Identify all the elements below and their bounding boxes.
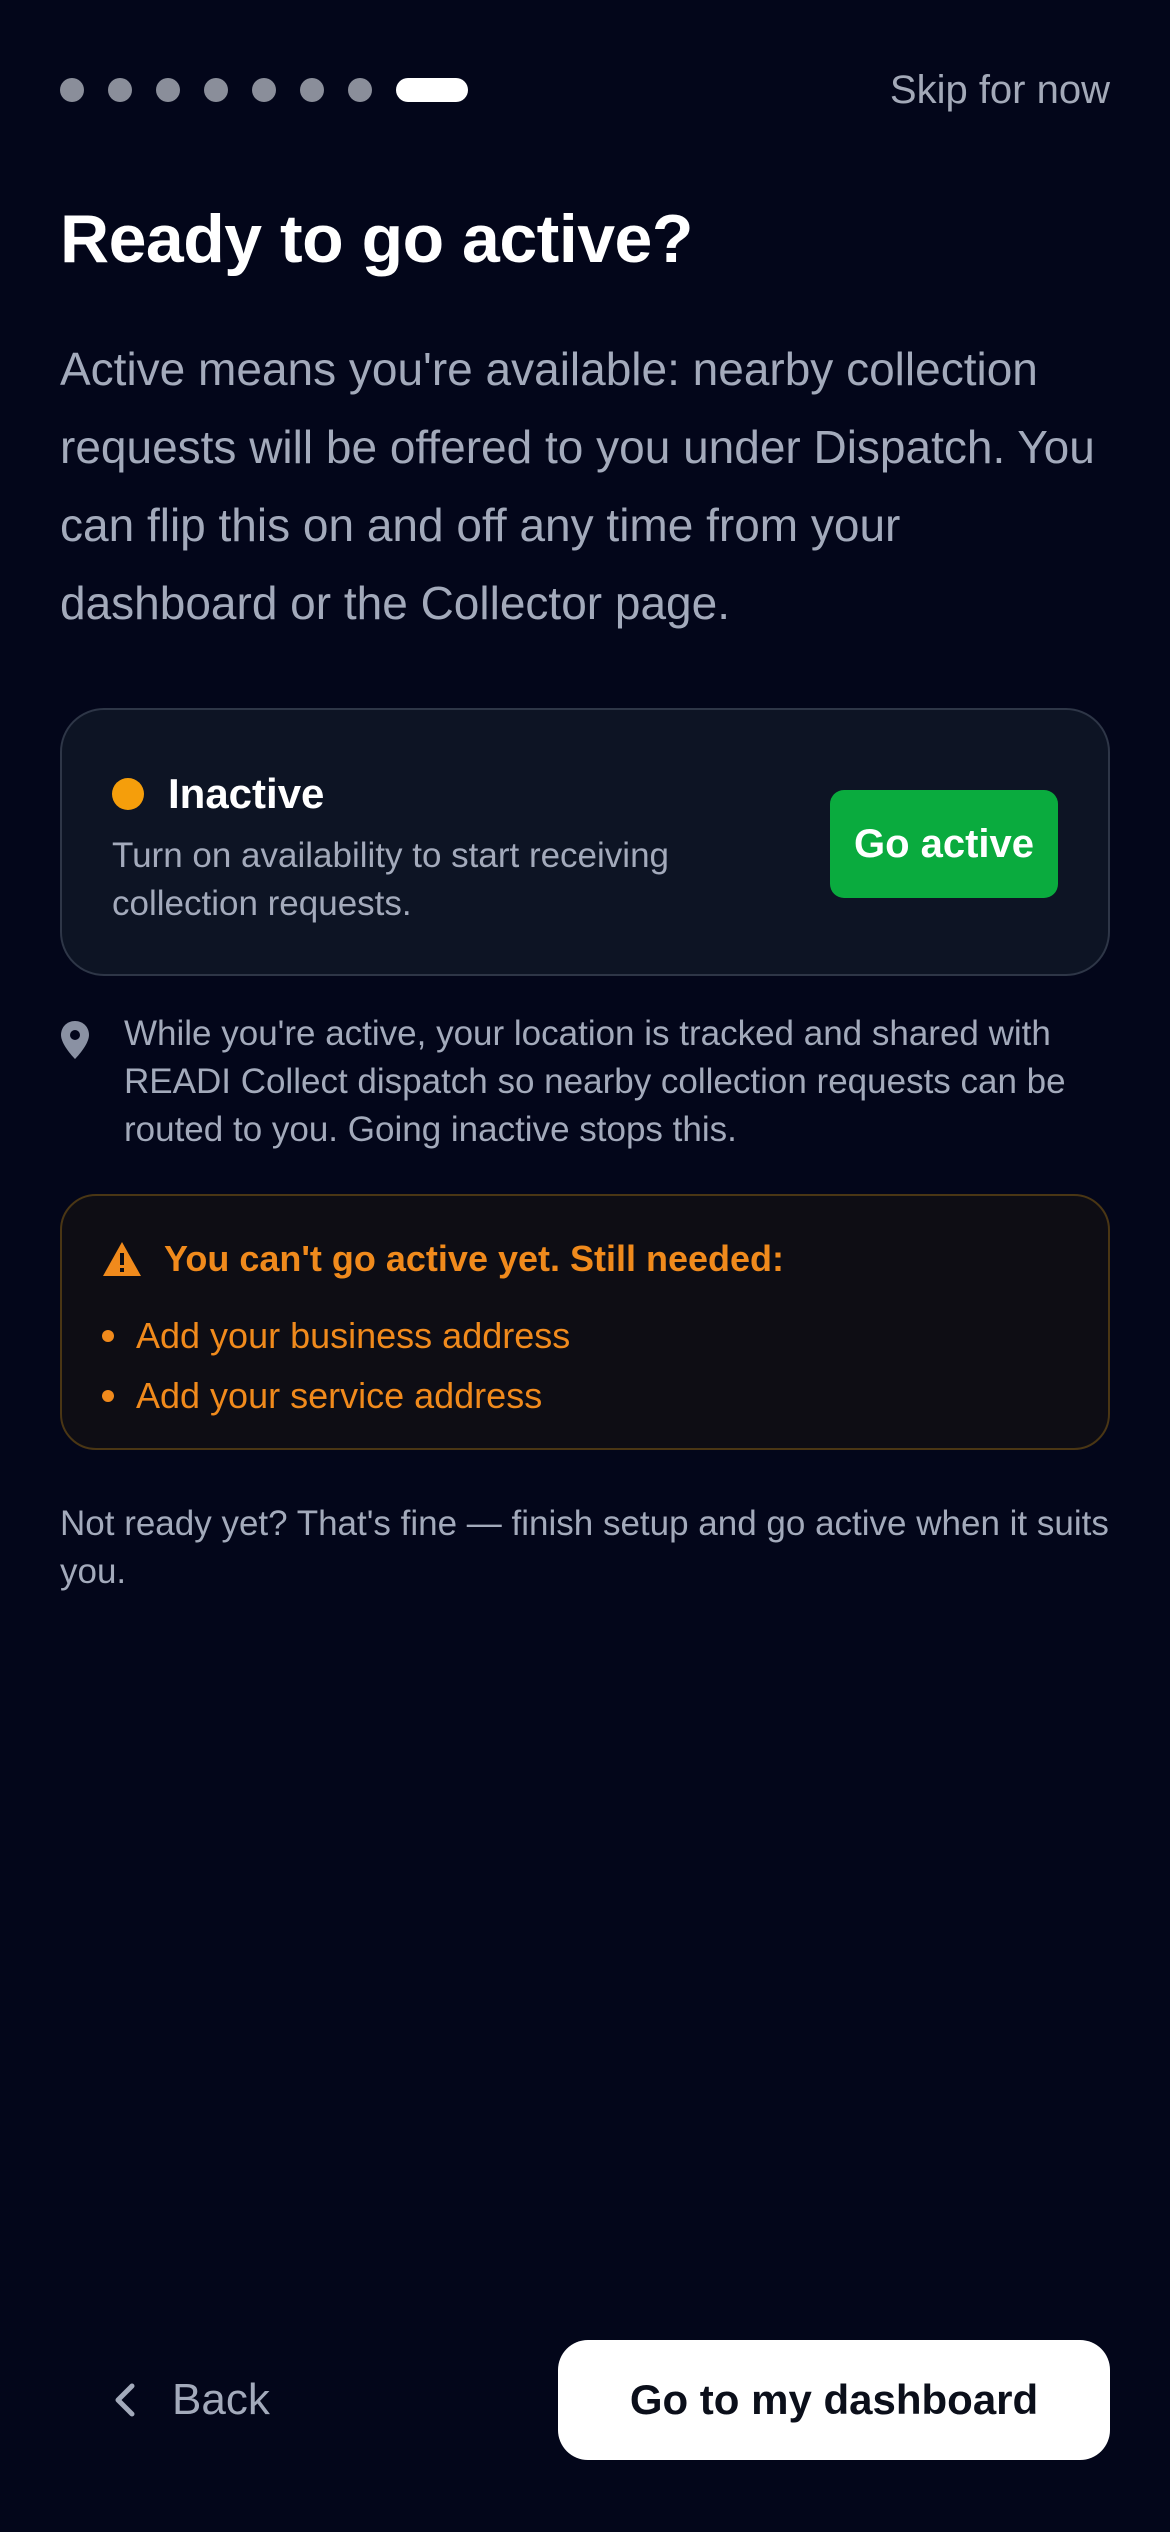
progress-step-8-current: [396, 78, 468, 102]
top-bar: Skip for now: [60, 60, 1110, 120]
intro-text: Active means you're available: nearby co…: [60, 343, 1095, 629]
page-title: Ready to go active?: [60, 201, 693, 277]
requirement-item: Add your business address: [102, 1306, 570, 1366]
progress-step-1: [60, 78, 84, 102]
progress-indicator: [60, 78, 468, 102]
back-label: Back: [172, 2375, 270, 2424]
requirements-list: Add your business address Add your servi…: [102, 1306, 570, 1426]
go-active-button[interactable]: Go active: [830, 790, 1058, 898]
warning-title: You can't go active yet. Still needed:: [164, 1238, 785, 1279]
bullet: [102, 1390, 114, 1402]
status-label: Inactive: [168, 770, 325, 817]
status-description: Turn on availability to start receiving …: [112, 836, 670, 923]
progress-step-4: [204, 78, 228, 102]
skip-button[interactable]: Skip for now: [890, 68, 1110, 113]
progress-step-7: [348, 78, 372, 102]
chevron-left-icon: [110, 2380, 138, 2420]
progress-step-6: [300, 78, 324, 102]
warning-triangle-icon: [102, 1241, 142, 1277]
status-indicator-dot: [112, 778, 144, 810]
location-note-text: While you're active, your location is tr…: [124, 1014, 1066, 1149]
map-pin-icon: [60, 1010, 102, 1154]
bullet: [102, 1330, 114, 1342]
location-note: While you're active, your location is tr…: [60, 1010, 1120, 1154]
back-button[interactable]: Back: [110, 2340, 270, 2460]
progress-step-2: [108, 78, 132, 102]
availability-status-card: Inactive Turn on availability to start r…: [60, 708, 1110, 976]
footer-note: Not ready yet? That's fine — finish setu…: [60, 1504, 1109, 1591]
requirement-text: Add your business address: [136, 1315, 571, 1356]
progress-step-5: [252, 78, 276, 102]
requirement-text: Add your service address: [136, 1375, 543, 1416]
progress-step-3: [156, 78, 180, 102]
requirements-warning: You can't go active yet. Still needed: A…: [60, 1194, 1110, 1450]
requirement-item: Add your service address: [102, 1366, 570, 1426]
go-to-dashboard-button[interactable]: Go to my dashboard: [558, 2340, 1110, 2460]
status-row: Inactive: [112, 770, 324, 818]
warning-header: You can't go active yet. Still needed:: [102, 1238, 784, 1280]
